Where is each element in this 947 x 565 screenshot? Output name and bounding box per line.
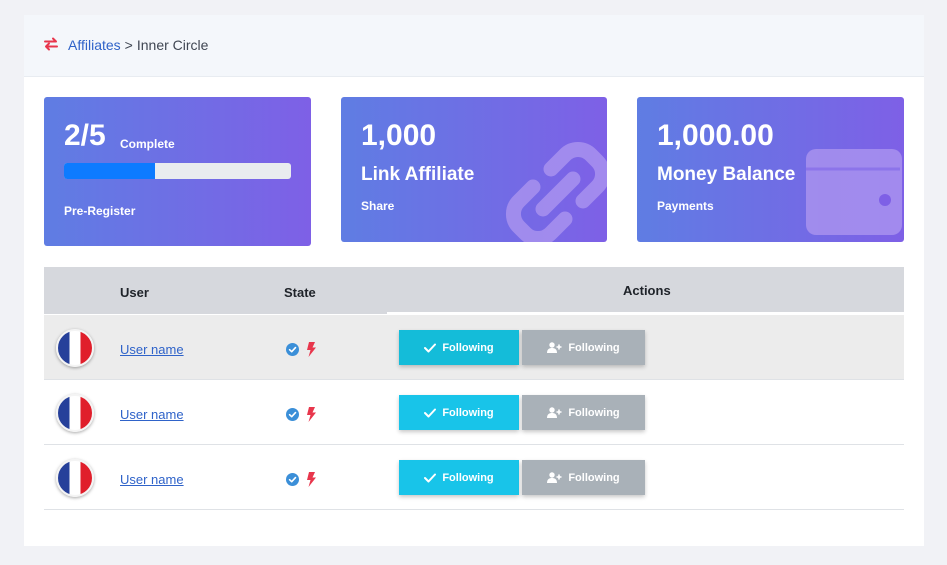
user-following-button[interactable]: Following	[522, 460, 645, 495]
progress-bar	[64, 163, 291, 179]
verified-check-icon	[286, 343, 299, 356]
progress-card: 2/5 Complete Pre-Register	[44, 97, 311, 246]
following-button[interactable]: Following	[399, 395, 519, 430]
link-affiliate-card: 1,000 Link Affiliate Share	[341, 97, 607, 242]
balance-title: Money Balance	[657, 164, 796, 185]
following-button-label: Following	[442, 341, 494, 354]
user-name-link[interactable]: User name	[120, 407, 184, 422]
affiliates-panel: Affiliates > Inner Circle 2/5 Complete Pre…	[24, 15, 924, 546]
progress-suffix: Complete	[120, 137, 175, 151]
balance-value: 1,000.00	[657, 119, 774, 152]
user-plus-icon	[547, 407, 562, 418]
check-icon	[424, 343, 437, 352]
breadcrumb-current: Inner Circle	[136, 37, 209, 53]
swap-arrows-icon	[44, 37, 58, 51]
link-icon	[506, 142, 607, 242]
progress-bar-fill	[64, 163, 155, 179]
user-name-link[interactable]: User name	[120, 472, 184, 487]
progress-label: Pre-Register	[64, 204, 136, 218]
table-row: User name Following Following	[44, 315, 904, 380]
table-row: User name Following Following	[44, 380, 904, 445]
bolt-icon	[307, 472, 316, 487]
user-following-button-label: Following	[568, 341, 620, 354]
following-button[interactable]: Following	[399, 330, 519, 365]
following-button[interactable]: Following	[399, 460, 519, 495]
affiliate-label: Share	[361, 199, 395, 213]
panel-header: Affiliates > Inner Circle	[24, 15, 924, 77]
money-balance-card: 1,000.00 Money Balance Payments	[637, 97, 904, 242]
header-state: State	[284, 285, 316, 300]
france-flag-avatar	[56, 329, 94, 367]
wallet-icon	[806, 149, 902, 235]
breadcrumb-link-affiliates[interactable]: Affiliates	[68, 37, 121, 53]
header-actions: Actions	[623, 283, 671, 298]
user-following-button-label: Following	[568, 471, 620, 484]
user-plus-icon	[547, 342, 562, 353]
user-plus-icon	[547, 472, 562, 483]
breadcrumb-separator: >	[124, 37, 133, 53]
following-button-label: Following	[442, 406, 494, 419]
check-icon	[424, 408, 437, 417]
bolt-icon	[307, 342, 316, 357]
balance-label: Payments	[657, 199, 714, 213]
affiliate-title: Link Affiliate	[361, 164, 475, 185]
bolt-icon	[307, 407, 316, 422]
france-flag-avatar	[56, 394, 94, 432]
france-flag-avatar	[56, 459, 94, 497]
check-icon	[424, 473, 437, 482]
table-header-left: User State	[44, 267, 387, 314]
progress-value: 2/5	[64, 119, 106, 152]
user-following-button[interactable]: Following	[522, 395, 645, 430]
verified-check-icon	[286, 408, 299, 421]
user-following-button[interactable]: Following	[522, 330, 645, 365]
following-button-label: Following	[442, 471, 494, 484]
affiliate-value: 1,000	[361, 119, 437, 152]
table-header-right: Actions	[387, 267, 904, 312]
breadcrumb: Affiliates > Inner Circle	[68, 37, 208, 53]
user-name-link[interactable]: User name	[120, 342, 184, 357]
table-row: User name Following Following	[44, 445, 904, 510]
verified-check-icon	[286, 473, 299, 486]
user-following-button-label: Following	[568, 406, 620, 419]
header-user: User	[120, 285, 149, 300]
